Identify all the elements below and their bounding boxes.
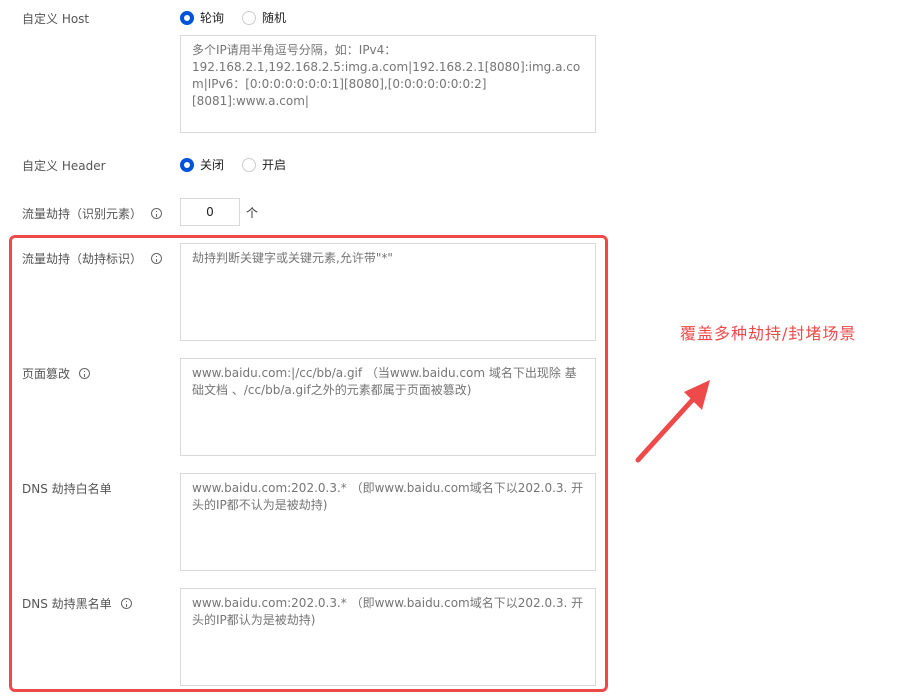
hijack-marker-label: 流量劫持（劫持标识） (22, 250, 163, 267)
annotation-text: 覆盖多种劫持/封堵场景 (680, 324, 857, 343)
radio-header-on[interactable]: 开启 (242, 156, 286, 173)
custom-host-radio-group: 轮询 随机 (180, 9, 304, 26)
custom-header-label-text: 自定义 Header (22, 159, 106, 173)
custom-header-label: 自定义 Header (22, 157, 106, 174)
custom-header-radio-group: 关闭 开启 (180, 156, 304, 173)
radio-random-label: 随机 (262, 11, 287, 25)
page-tamper-label-text: 页面篡改 (22, 367, 71, 381)
annotation-arrow-icon (635, 380, 710, 463)
hijack-elements-input[interactable] (180, 198, 240, 226)
dns-whitelist-label-text: DNS 劫持白名单 (22, 482, 112, 496)
custom-host-textarea[interactable] (180, 35, 596, 133)
radio-checked-icon (180, 10, 194, 25)
hijack-elements-label: 流量劫持（识别元素） (22, 205, 163, 222)
hijack-elements-unit: 个 (246, 206, 259, 220)
page-tamper-textarea[interactable] (180, 358, 596, 456)
info-icon[interactable] (79, 368, 91, 379)
dns-blacklist-label: DNS 劫持黑名单 (22, 595, 132, 612)
page-tamper-label: 页面篡改 (22, 365, 91, 382)
hijack-marker-label-text: 流量劫持（劫持标识） (22, 252, 143, 266)
info-icon[interactable] (120, 598, 132, 609)
radio-header-off-label: 关闭 (200, 158, 225, 172)
dns-whitelist-textarea[interactable] (180, 473, 596, 571)
radio-unchecked-icon (242, 10, 257, 25)
dns-blacklist-label-text: DNS 劫持黑名单 (22, 597, 112, 611)
radio-round-robin-label: 轮询 (200, 11, 225, 25)
radio-round-robin[interactable]: 轮询 (180, 9, 224, 26)
radio-unchecked-icon (242, 157, 257, 172)
dns-blacklist-textarea[interactable] (180, 588, 596, 686)
hijack-elements-label-text: 流量劫持（识别元素） (22, 207, 143, 221)
hijack-marker-textarea[interactable] (180, 243, 596, 341)
radio-header-on-label: 开启 (262, 158, 287, 172)
radio-checked-icon (180, 157, 194, 172)
radio-random[interactable]: 随机 (242, 9, 286, 26)
info-icon[interactable] (151, 208, 163, 219)
custom-host-label-text: 自定义 Host (22, 12, 90, 26)
info-icon[interactable] (151, 253, 163, 264)
radio-header-off[interactable]: 关闭 (180, 156, 224, 173)
custom-host-label: 自定义 Host (22, 10, 89, 27)
dns-whitelist-label: DNS 劫持白名单 (22, 480, 112, 497)
